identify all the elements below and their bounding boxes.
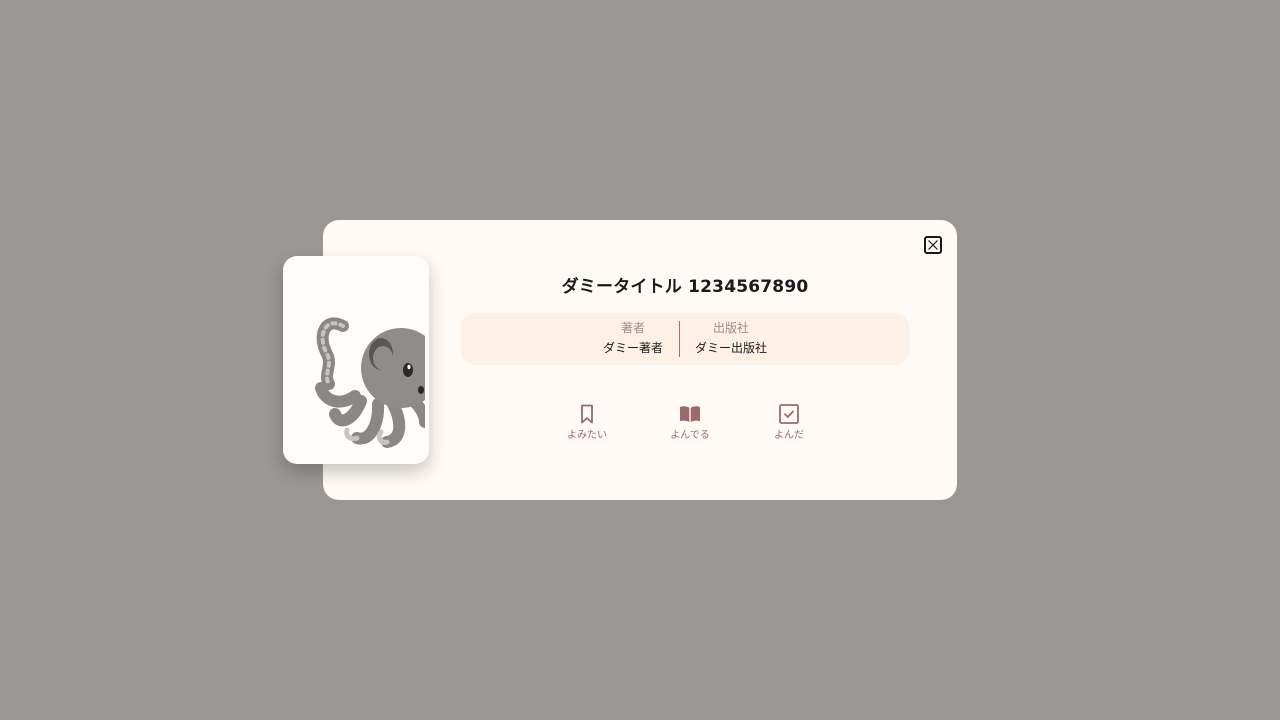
want-to-read-button[interactable]: よみたい bbox=[552, 402, 622, 442]
author-label: 著者 bbox=[620, 321, 645, 335]
octopus-icon bbox=[315, 256, 429, 464]
author-value: ダミー著者 bbox=[602, 341, 663, 355]
reading-label: よんでる bbox=[670, 430, 710, 441]
want-to-read-label: よみたい bbox=[567, 430, 607, 441]
open-book-icon bbox=[680, 406, 700, 422]
finished-label: よんだ bbox=[774, 430, 804, 441]
checkbox-icon bbox=[779, 404, 799, 424]
finished-button[interactable]: よんだ bbox=[754, 402, 824, 442]
book-cover bbox=[283, 256, 429, 464]
book-info-panel: 著者 ダミー著者 出版社 ダミー出版社 bbox=[461, 313, 909, 365]
close-button[interactable] bbox=[924, 236, 942, 254]
info-divider bbox=[679, 321, 680, 357]
bookmark-icon bbox=[581, 404, 593, 424]
author-column: 著者 ダミー著者 bbox=[594, 321, 672, 356]
close-icon bbox=[928, 240, 938, 250]
publisher-column: 出版社 ダミー出版社 bbox=[691, 321, 771, 356]
publisher-value: ダミー出版社 bbox=[694, 341, 767, 355]
reading-button[interactable]: よんでる bbox=[655, 402, 725, 442]
book-title: ダミータイトル 1234567890 bbox=[561, 277, 809, 297]
publisher-label: 出版社 bbox=[712, 321, 749, 335]
